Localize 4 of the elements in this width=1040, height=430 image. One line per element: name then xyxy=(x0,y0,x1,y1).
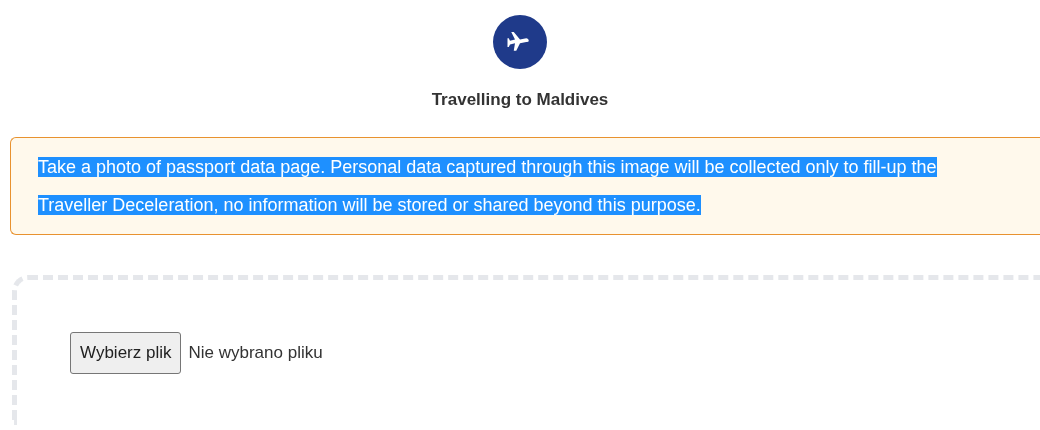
file-status-text: Nie wybrano pliku xyxy=(188,341,323,364)
notice-text: Take a photo of passport data page. Personal data captured through this image will be collected only to fill-up the Traveller Deceleration, no information will be stored or shared beyond this purpose. xyxy=(38,155,938,217)
choose-file-button[interactable]: Wybierz plik xyxy=(70,331,182,374)
page-title: Travelling to Maldives xyxy=(431,89,609,111)
